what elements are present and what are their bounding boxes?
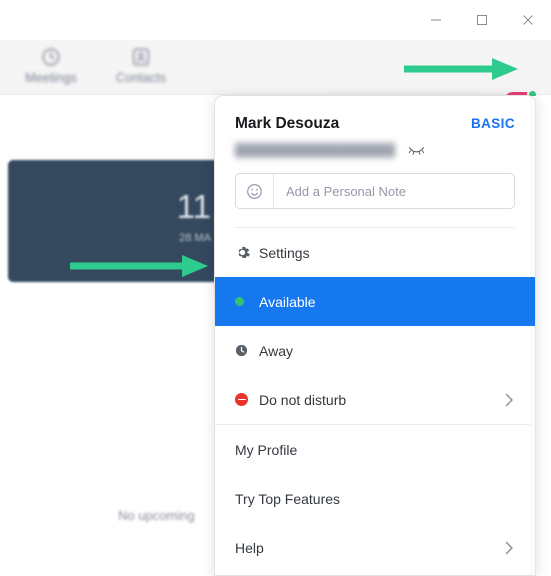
personal-note-placeholder: Add a Personal Note [286, 183, 406, 199]
menu-item-settings-label: Settings [259, 244, 310, 261]
menu-item-do-not-disturb[interactable]: Do not disturb [215, 375, 535, 424]
nav-item-contacts[interactable]: Contacts [101, 46, 181, 85]
chevron-right-icon [505, 541, 515, 555]
profile-dropdown-panel: Mark Desouza BASIC ██████████████████ Ad… [214, 95, 536, 576]
panel-header: Mark Desouza BASIC ██████████████████ Ad… [215, 96, 535, 228]
clock-filled-icon [235, 344, 259, 357]
eye-off-icon[interactable] [408, 144, 425, 156]
menu-item-try-top-features[interactable]: Try Top Features [215, 474, 535, 523]
user-name: Mark Desouza [235, 115, 340, 132]
main-toolbar: Meetings Contacts Search M [0, 40, 551, 123]
nav-item-contacts-label: Contacts [115, 71, 167, 85]
title-bar [0, 0, 551, 40]
minimize-icon [431, 19, 441, 21]
menu-item-try-top-features-label: Try Top Features [235, 490, 341, 507]
do-not-disturb-icon [235, 393, 259, 406]
close-icon [523, 15, 533, 25]
menu-item-help[interactable]: Help [215, 523, 535, 572]
menu-item-my-profile[interactable]: My Profile [215, 425, 535, 474]
menu-item-away-label: Away [259, 342, 293, 359]
menu-item-my-profile-label: My Profile [235, 441, 298, 458]
meeting-card[interactable]: 11 28 MA [8, 160, 223, 282]
smiley-icon[interactable] [236, 174, 274, 208]
user-email-masked: ██████████████████ [235, 143, 396, 157]
chevron-right-icon [505, 393, 515, 407]
contacts-card-icon [132, 48, 150, 66]
app-window: Meetings Contacts Search M 11 28 MA [0, 0, 551, 576]
menu-item-away[interactable]: Away [215, 326, 535, 375]
menu-item-available[interactable]: Available [215, 277, 535, 326]
minimize-button[interactable] [413, 0, 459, 40]
plan-badge[interactable]: BASIC [471, 116, 515, 131]
close-button[interactable] [505, 0, 551, 40]
meeting-date: 28 MA [179, 232, 211, 244]
meeting-day-number: 11 [176, 188, 211, 225]
nav-item-meetings[interactable]: Meetings [11, 46, 91, 85]
gear-icon [235, 245, 259, 260]
personal-note-input[interactable]: Add a Personal Note [235, 173, 515, 209]
user-name-row: Mark Desouza BASIC [235, 115, 515, 133]
clock-icon [42, 48, 60, 66]
menu-item-do-not-disturb-label: Do not disturb [259, 391, 347, 408]
user-email-row: ██████████████████ [235, 143, 515, 157]
menu-item-available-label: Available [259, 293, 316, 310]
status-dot-green-icon [235, 297, 259, 306]
empty-state-text: No upcoming [118, 508, 195, 523]
maximize-icon [477, 15, 487, 25]
menu-item-settings[interactable]: Settings [215, 228, 535, 277]
maximize-button[interactable] [459, 0, 505, 40]
nav-item-meetings-label: Meetings [25, 71, 77, 85]
menu-item-help-label: Help [235, 539, 264, 556]
